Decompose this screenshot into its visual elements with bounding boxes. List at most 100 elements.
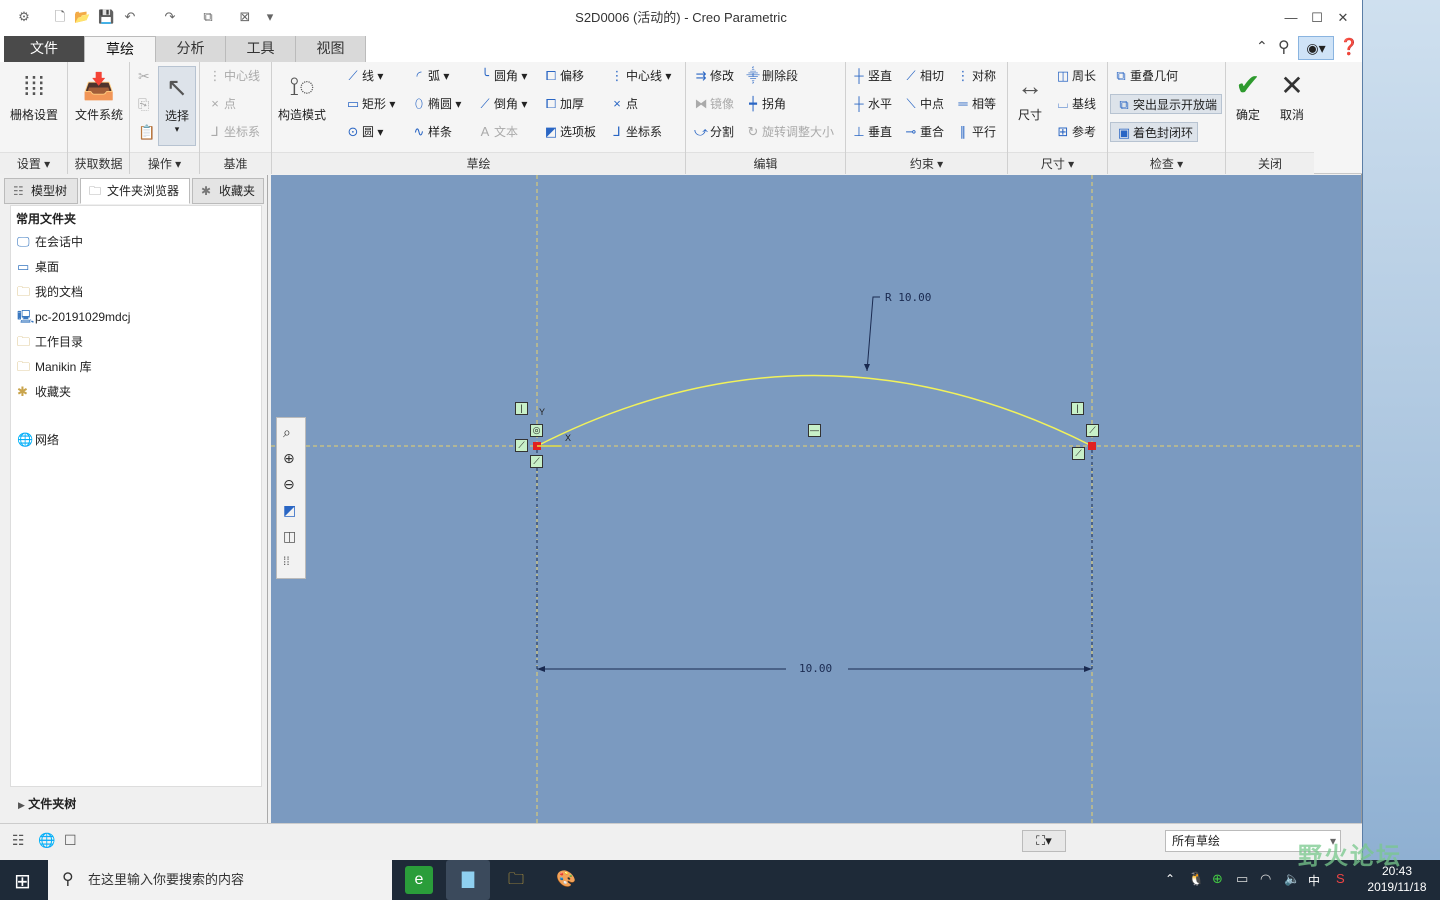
midpoint-constraint-button[interactable]: ⟍ 中点 [902, 94, 944, 114]
windows-start-icon[interactable]: ⊞ [14, 869, 31, 894]
minimize-button[interactable]: — [1280, 8, 1302, 28]
tab-view[interactable]: 视图 [296, 36, 366, 62]
thicken-button[interactable]: ⧠ 加厚 [542, 94, 584, 114]
fillet-button[interactable]: ╰ 圆角 ▾ [476, 66, 527, 86]
tab-tools[interactable]: 工具 [226, 36, 296, 62]
ime-indicator[interactable]: 中 [1308, 872, 1320, 889]
paint-taskbar-icon[interactable]: 🎨 [552, 866, 580, 894]
tab-sketch[interactable]: 草绘 [84, 36, 156, 62]
folder-item-documents[interactable]: 🗀 我的文档 [17, 281, 83, 303]
horizontal-constraint-button[interactable]: ┼ 水平 [850, 94, 892, 114]
ok-button[interactable]: ✔ 确定 [1226, 66, 1270, 123]
circle-button[interactable]: ⊙ 圆 ▾ [344, 122, 384, 142]
line-button[interactable]: ⟋ 线 ▾ [344, 66, 383, 86]
group-label-constrain[interactable]: 约束 ▾ [846, 152, 1007, 174]
spline-button[interactable]: ∿ 样条 [410, 122, 452, 142]
tab-favorites[interactable]: ✱ 收藏夹 [192, 178, 264, 204]
overlapping-geometry-button[interactable]: ⧉ 重叠几何 [1112, 66, 1178, 86]
sogou-tray-icon[interactable]: S [1336, 871, 1345, 886]
help-icon[interactable]: ❓ [1339, 37, 1359, 57]
rectangle-button[interactable]: ▭ 矩形 ▾ [344, 94, 396, 114]
display-style-icon[interactable]: ◫ [283, 528, 296, 545]
coincident-constraint-button[interactable]: ⊸ 重合 [902, 122, 944, 142]
folder-item-desktop[interactable]: ▭ 桌面 [17, 256, 59, 278]
group-label-setup[interactable]: 设置 ▾ [0, 152, 67, 174]
taskbar-search-input[interactable]: ⚲ 在这里输入你要搜索的内容 [48, 860, 392, 900]
datum-point-button[interactable]: × 点 [206, 94, 236, 114]
perpendicular-constraint-button[interactable]: ⊥ 垂直 [850, 122, 892, 142]
modify-button[interactable]: ⇉ 修改 [692, 66, 734, 86]
rotate-resize-button[interactable]: ↻ 旋转调整大小 [744, 122, 834, 142]
group-label-inspect[interactable]: 检查 ▾ [1108, 152, 1225, 174]
zoom-out-icon[interactable]: ⊖ [283, 476, 295, 493]
mirror-button[interactable]: ⧓ 镜像 [692, 94, 735, 114]
find-icon[interactable]: ⛶▾ [1022, 830, 1066, 852]
tangent-marker[interactable]: ⟋ [1086, 424, 1099, 437]
qq-tray-icon[interactable]: 🐧 [1188, 871, 1204, 887]
wifi-tray-icon[interactable]: ◠ [1260, 871, 1271, 887]
delete-segment-button[interactable]: ⸎ 删除段 [744, 66, 798, 86]
highlight-open-ends-button[interactable]: ⧉ 突出显示开放端 [1110, 94, 1223, 114]
cut-icon[interactable]: ✂ [138, 68, 150, 85]
origin-marker[interactable]: ◎ [530, 424, 543, 437]
vertical-constraint-marker[interactable]: | [1071, 402, 1084, 415]
community-icon[interactable]: ◉▾ [1298, 36, 1334, 60]
shade-closed-loops-button[interactable]: ▣ 着色封闭环 [1110, 122, 1199, 142]
point-button[interactable]: × 点 [608, 94, 638, 114]
group-label-dimension[interactable]: 尺寸 ▾ [1008, 152, 1107, 174]
search-icon[interactable]: ⚲ [1278, 37, 1290, 57]
arc-button[interactable]: ◜ 弧 ▾ [410, 66, 449, 86]
show-hidden-icons[interactable]: ⌃ [1165, 872, 1175, 886]
folder-item-in-session[interactable]: 🖵 在会话中 [17, 231, 83, 253]
horizontal-constraint-marker[interactable]: — [808, 424, 821, 437]
folder-item-working-dir[interactable]: 🗀 工作目录 [17, 331, 83, 353]
select-button[interactable]: ↖ 选择 ▾ [158, 66, 196, 146]
copy-icon[interactable]: ⎘ [138, 96, 149, 113]
baseline-button[interactable]: ⌴ 基线 [1054, 94, 1096, 114]
chamfer-button[interactable]: ⟋ 倒角 ▾ [476, 94, 527, 114]
volume-tray-icon[interactable]: 🔈 [1284, 871, 1300, 887]
refit-icon[interactable]: ⌕ [283, 424, 291, 441]
divide-button[interactable]: ⤻ 分割 [692, 122, 734, 142]
perimeter-button[interactable]: ◫ 周长 [1054, 66, 1096, 86]
full-screen-icon[interactable]: ☐ [64, 832, 77, 849]
corner-button[interactable]: ┿ 拐角 [744, 94, 786, 114]
folder-item-computer[interactable]: 🖳pc-20191029mdcj [17, 306, 130, 328]
palette-button[interactable]: ◩ 选项板 [542, 122, 596, 142]
tab-model-tree[interactable]: ☷ 模型树 [4, 178, 78, 204]
tangent-marker[interactable]: ⟋ [530, 455, 543, 468]
tangent-marker[interactable]: ⟋ [515, 439, 528, 452]
symmetric-constraint-button[interactable]: ⋮ 对称 [954, 66, 997, 86]
offset-button[interactable]: ⧠ 偏移 [542, 66, 584, 86]
folder-item-favorites[interactable]: ✱ 收藏夹 [17, 381, 71, 403]
vertical-constraint-button[interactable]: ┼ 竖直 [850, 66, 892, 86]
show-navigator-icon[interactable]: ☷ [12, 832, 25, 849]
repaint-icon[interactable]: ◩ [283, 502, 296, 519]
zoom-in-icon[interactable]: ⊕ [283, 450, 295, 467]
battery-tray-icon[interactable]: ▭ [1236, 871, 1248, 887]
ellipse-button[interactable]: ⬯ 椭圆 ▾ [410, 94, 461, 114]
file-explorer-taskbar-icon[interactable]: 🗀 [502, 866, 530, 894]
sketch-canvas[interactable]: R 10.00 10.00 Y X | ◎ ⟋ ⟋ — | ⟋ ⟋ ⌕ ⊕ ⊖ … [271, 175, 1361, 823]
length-dimension-label[interactable]: 10.00 [799, 662, 832, 675]
dimension-button[interactable]: ↔ 尺寸 [1008, 66, 1052, 123]
tangent-marker[interactable]: ⟋ [1072, 447, 1085, 460]
radius-dimension-label[interactable]: R 10.00 [885, 291, 931, 304]
file-system-button[interactable]: 📥 文件系统 [71, 66, 127, 123]
parallel-constraint-button[interactable]: ∥ 平行 [954, 122, 996, 142]
close-button[interactable]: ✕ [1332, 8, 1354, 28]
tab-file[interactable]: 文件 [4, 36, 84, 62]
browser-taskbar-icon[interactable]: e [405, 866, 433, 894]
creo-taskbar-icon[interactable]: ▇ [446, 860, 490, 900]
datum-csys-button[interactable]: ⅃ 坐标系 [206, 122, 260, 142]
tab-analysis[interactable]: 分析 [156, 36, 226, 62]
folder-item-network[interactable]: 🌐 网络 [17, 429, 59, 451]
equal-constraint-button[interactable]: ═ 相等 [954, 94, 996, 114]
sketcher-display-icon[interactable]: ⁞⁞ [283, 554, 290, 568]
reference-button[interactable]: ⊞ 参考 [1054, 122, 1096, 142]
paste-icon[interactable]: 📋 [138, 124, 155, 141]
show-browser-icon[interactable]: 🌐 [38, 832, 55, 849]
datum-centerline-button[interactable]: ⋮ 中心线 [206, 66, 261, 86]
construction-mode-button[interactable]: ⟟◌ 构造模式 [274, 66, 330, 123]
cancel-button[interactable]: ✕ 取消 [1270, 66, 1314, 123]
